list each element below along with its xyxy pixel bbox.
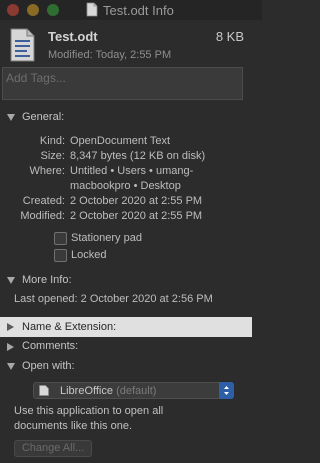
- size-row: Size: 8,347 bytes (12 KB on disk): [0, 150, 262, 164]
- general-section-header[interactable]: General:: [0, 110, 262, 126]
- comments-heading: Comments:: [22, 340, 79, 352]
- created-row: Created: 2 October 2020 at 2:55 PM: [0, 195, 262, 209]
- zoom-window-button[interactable]: [47, 4, 59, 16]
- app-default-text: (default): [116, 385, 157, 397]
- disclosure-expanded-icon[interactable]: [7, 277, 15, 284]
- disclosure-collapsed-icon[interactable]: [7, 343, 14, 351]
- file-modified: Modified: Today, 2:55 PM: [48, 49, 172, 61]
- window-title: Test.odt Info: [103, 3, 174, 18]
- open-with-heading: Open with:: [22, 360, 75, 372]
- locked-label: Locked: [71, 249, 107, 261]
- size-label: Size:: [40, 150, 65, 162]
- modified-row: Modified: 2 October 2020 at 2:55 PM: [0, 210, 262, 224]
- name-extension-section-header[interactable]: Name & Extension:: [0, 317, 262, 337]
- kind-value: OpenDocument Text: [70, 135, 171, 147]
- minimize-window-button[interactable]: [27, 4, 39, 16]
- odt-document-icon: [10, 28, 35, 62]
- where-label: Where:: [29, 165, 65, 177]
- kind-label: Kind:: [39, 135, 65, 147]
- open-with-app-name: LibreOffice (default): [60, 385, 156, 397]
- more-info-section-header[interactable]: More Info:: [0, 273, 262, 289]
- change-all-button[interactable]: Change All...: [14, 440, 92, 457]
- tags-input[interactable]: [6, 70, 236, 86]
- disclosure-collapsed-icon[interactable]: [7, 323, 14, 331]
- scrollbar-track[interactable]: [252, 20, 262, 463]
- more-info-heading: More Info:: [22, 274, 72, 286]
- popup-stepper-icon[interactable]: [219, 382, 234, 399]
- document-icon: [86, 2, 98, 17]
- general-heading: General:: [22, 111, 65, 123]
- stationery-pad-label: Stationery pad: [71, 232, 142, 244]
- open-with-app-popup[interactable]: LibreOffice (default): [33, 382, 234, 399]
- created-label: Created:: [22, 195, 65, 207]
- where-row: Where: Untitled • Users • umang-: [0, 165, 262, 179]
- file-size: 8 KB: [215, 29, 244, 44]
- close-window-button[interactable]: [7, 4, 19, 16]
- comments-section-header[interactable]: Comments:: [0, 339, 262, 355]
- libreoffice-document-icon: [39, 385, 49, 396]
- disclosure-expanded-icon[interactable]: [7, 363, 15, 370]
- created-value: 2 October 2020 at 2:55 PM: [70, 195, 203, 207]
- locked-checkbox[interactable]: [54, 249, 67, 262]
- disclosure-expanded-icon[interactable]: [7, 114, 15, 121]
- file-name: Test.odt: [48, 29, 98, 44]
- where-value: Untitled • Users • umang-: [70, 165, 194, 177]
- stationery-pad-checkbox[interactable]: [54, 232, 67, 245]
- app-name-text: LibreOffice: [60, 385, 113, 397]
- title-bar: Test.odt Info: [0, 0, 262, 20]
- open-with-section-header[interactable]: Open with:: [0, 359, 262, 375]
- modified-label: Modified:: [20, 210, 65, 222]
- last-opened: Last opened: 2 October 2020 at 2:56 PM: [14, 293, 213, 305]
- size-value: 8,347 bytes (12 KB on disk): [70, 150, 206, 162]
- open-with-description: Use this application to open all documen…: [14, 405, 164, 432]
- tags-field[interactable]: [2, 67, 243, 100]
- where-value-continued: macbookpro • Desktop: [70, 180, 181, 192]
- name-extension-heading: Name & Extension:: [22, 321, 117, 333]
- kind-row: Kind: OpenDocument Text: [0, 135, 262, 149]
- modified-value: 2 October 2020 at 2:55 PM: [70, 210, 203, 222]
